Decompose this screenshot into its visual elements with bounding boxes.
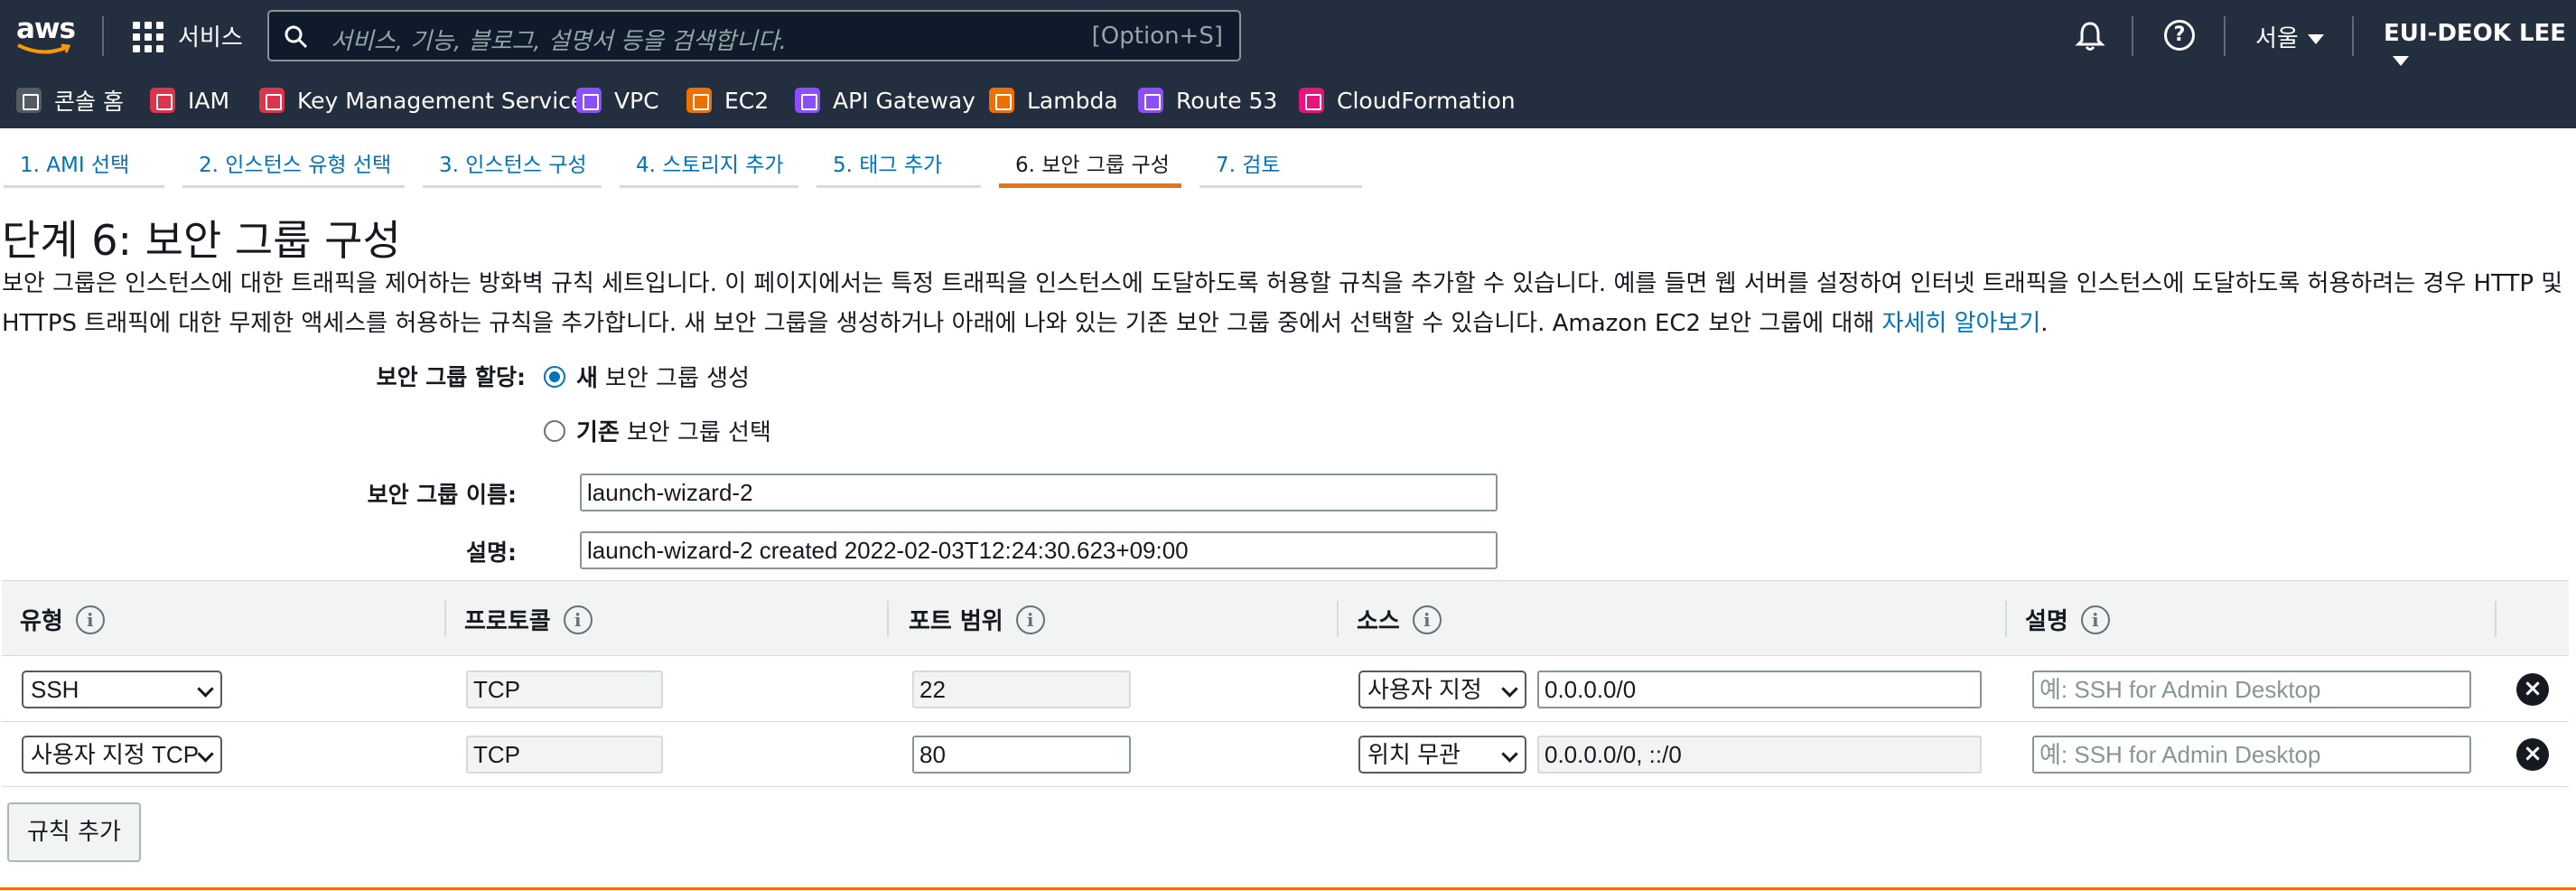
iam-icon (150, 88, 175, 113)
table-row: 사용자 지정 TCP TCP 80 위치 무관 0.0.0.0/0, ::/0 … (2, 722, 2569, 787)
description-label: 설명: (466, 539, 517, 566)
remove-rule-icon[interactable]: × (2516, 673, 2549, 706)
port-range-input[interactable]: 80 (912, 736, 1131, 774)
divider (2132, 16, 2133, 56)
column-divider (2495, 601, 2497, 637)
radio-existing-group[interactable]: 기존 보안 그룹 선택 (544, 414, 771, 447)
radio-selected-icon[interactable] (544, 365, 565, 388)
tab-review[interactable]: 7. 검토 (1199, 152, 1362, 188)
port-range-field: 22 (912, 671, 1131, 708)
radio-new-group[interactable]: 새 보안 그룹 생성 (544, 360, 750, 393)
info-icon[interactable]: i (563, 605, 593, 634)
tab-storage[interactable]: 4. 스토리지 추가 (620, 152, 798, 188)
rule-description-input[interactable]: 예: SSH for Admin Desktop (2032, 736, 2471, 774)
radio-unselected-icon[interactable] (544, 419, 565, 442)
aws-logo[interactable]: aws (16, 13, 76, 60)
caret-down-icon (2393, 56, 2409, 66)
account-menu[interactable]: EUI-DEOK LEE (2384, 20, 2576, 74)
table-row: SSH TCP 22 사용자 지정 0.0.0.0/0 예: SSH for A… (2, 657, 2569, 722)
rules-table-header: 유형 i 프로토콜 i 포트 범위 i 소스 i 설명 i (2, 580, 2569, 656)
tab-security-group[interactable]: 6. 보안 그룹 구성 (999, 152, 1181, 188)
divider (2224, 16, 2226, 56)
kms-icon (259, 88, 285, 113)
notifications-bell-icon[interactable] (2072, 18, 2108, 54)
divider (102, 16, 104, 56)
services-grid-icon[interactable] (133, 22, 163, 52)
search-box[interactable]: 서비스, 기능, 블로그, 설명서 등을 검색합니다. [Option+S] (267, 10, 1241, 61)
learn-more-link[interactable]: 자세히 알아보기 (1882, 310, 2041, 337)
search-placeholder: 서비스, 기능, 블로그, 설명서 등을 검색합니다. (331, 28, 787, 55)
tab-instance-config[interactable]: 3. 인스턴스 구성 (423, 152, 602, 188)
favorite-iam[interactable]: IAM (150, 86, 229, 115)
col-port-range: 포트 범위 i (909, 603, 1045, 636)
source-mode-select[interactable]: 사용자 지정 (1358, 671, 1526, 708)
info-icon[interactable]: i (1412, 605, 1442, 634)
column-divider (1337, 601, 1339, 637)
group-description-input[interactable]: launch-wizard-2 created 2022-02-03T12:24… (580, 531, 1498, 569)
page-title: 단계 6: 보안 그룹 구성 (2, 216, 401, 265)
assign-label: 보안 그룹 할당: (376, 364, 526, 390)
column-divider (2005, 601, 2007, 637)
tab-ami[interactable]: 1. AMI 선택 (4, 152, 164, 188)
page-description: 보안 그룹은 인스턴스에 대한 트래픽을 제어하는 방화벽 규칙 세트입니다. … (2, 270, 2563, 337)
favorite-route53[interactable]: Route 53 (1138, 86, 1277, 115)
lambda-icon (989, 88, 1014, 113)
column-divider (444, 601, 446, 637)
favorite-console-home[interactable]: 콘솔 홈 (16, 86, 124, 115)
source-mode-select[interactable]: 위치 무관 (1358, 736, 1526, 774)
footer-accent-line (0, 887, 2576, 890)
favorite-kms[interactable]: Key Management Service (259, 86, 584, 115)
source-field: 0.0.0.0/0, ::/0 (1537, 736, 1982, 774)
favorites-bar: 콘솔 홈 IAM Key Management Service VPC EC2 … (0, 72, 2576, 128)
ec2-icon (686, 88, 712, 113)
protocol-field: TCP (466, 671, 663, 708)
col-type: 유형 i (20, 603, 105, 636)
divider (2352, 16, 2354, 56)
favorite-cloudformation[interactable]: CloudFormation (1299, 86, 1516, 115)
cloudformation-icon (1299, 88, 1324, 113)
api-gateway-icon (795, 88, 820, 113)
tab-tags[interactable]: 5. 태그 추가 (817, 152, 981, 188)
source-input[interactable]: 0.0.0.0/0 (1537, 671, 1982, 708)
column-divider (887, 601, 889, 637)
type-select[interactable]: 사용자 지정 TCP (22, 736, 222, 774)
help-icon[interactable]: ? (2164, 20, 2195, 51)
wizard-steps: 1. AMI 선택 2. 인스턴스 유형 선택 3. 인스턴스 구성 4. 스토… (0, 128, 2576, 192)
info-icon[interactable]: i (75, 605, 105, 634)
vpc-icon (576, 88, 602, 113)
type-select[interactable]: SSH (22, 671, 222, 708)
info-icon[interactable]: i (2080, 605, 2110, 634)
add-rule-button[interactable]: 규칙 추가 (7, 802, 141, 862)
group-name-label: 보안 그룹 이름: (367, 482, 517, 508)
caret-down-icon (2307, 34, 2324, 44)
search-icon (285, 25, 308, 49)
info-icon[interactable]: i (1015, 605, 1045, 634)
rule-description-input[interactable]: 예: SSH for Admin Desktop (2032, 671, 2471, 708)
col-description: 설명 i (2025, 603, 2110, 636)
services-menu-button[interactable]: 서비스 (178, 19, 243, 52)
region-selector[interactable]: 서울 (2255, 20, 2324, 53)
protocol-field: TCP (466, 736, 663, 774)
group-name-input[interactable]: launch-wizard-2 (580, 474, 1498, 511)
col-source: 소스 i (1357, 603, 1442, 636)
cube-icon (16, 88, 42, 113)
favorite-api-gateway[interactable]: API Gateway (795, 86, 975, 115)
favorite-ec2[interactable]: EC2 (686, 86, 769, 115)
col-protocol: 프로토콜 i (464, 603, 593, 636)
remove-rule-icon[interactable]: × (2516, 738, 2549, 771)
favorite-vpc[interactable]: VPC (576, 86, 659, 115)
smile-icon (17, 43, 71, 54)
search-shortcut: [Option+S] (1091, 23, 1223, 50)
tab-instance-type[interactable]: 2. 인스턴스 유형 선택 (182, 152, 405, 188)
top-navigation: aws 서비스 서비스, 기능, 블로그, 설명서 등을 검색합니다. [Opt… (0, 0, 2576, 72)
route53-icon (1138, 88, 1163, 113)
favorite-lambda[interactable]: Lambda (989, 86, 1118, 115)
